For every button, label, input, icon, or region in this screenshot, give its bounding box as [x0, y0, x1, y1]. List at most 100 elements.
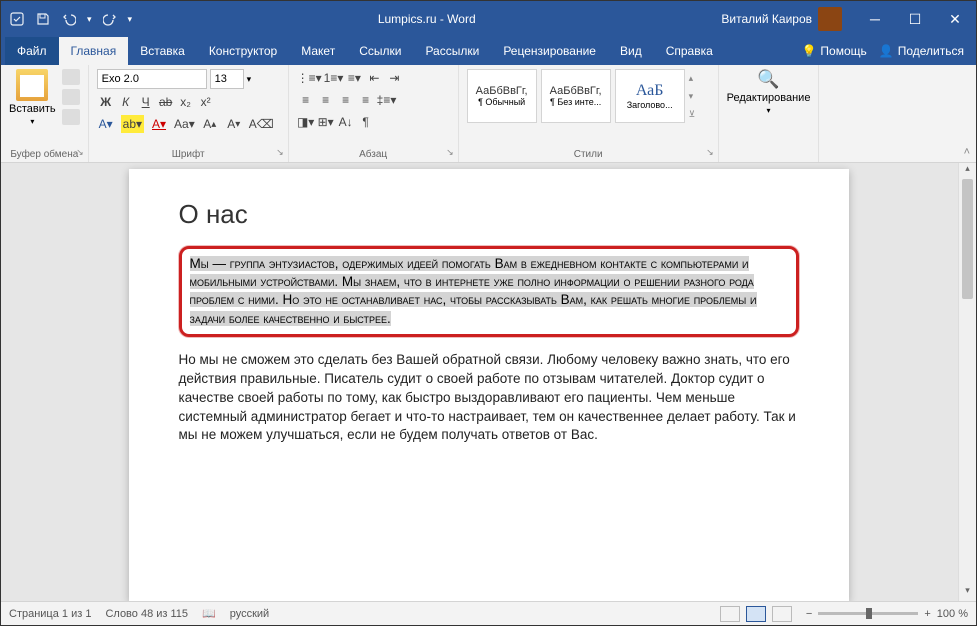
scrollbar-thumb[interactable]: [962, 179, 973, 299]
subscript-button[interactable]: x₂: [177, 93, 195, 111]
show-marks-button[interactable]: ¶: [357, 113, 375, 131]
editing-button[interactable]: 🔍 Редактирование ▾: [727, 69, 811, 115]
numbering-button[interactable]: 1≡▾: [324, 69, 344, 87]
user-account[interactable]: Виталий Каиров: [721, 7, 842, 31]
page-indicator[interactable]: Страница 1 из 1: [9, 608, 91, 620]
clear-formatting-button[interactable]: A⌫: [249, 115, 274, 133]
borders-button[interactable]: ⊞▾: [317, 113, 335, 131]
line-spacing-button[interactable]: ‡≡▾: [377, 91, 397, 109]
tab-insert[interactable]: Вставка: [128, 37, 197, 65]
dialog-launcher-icon[interactable]: ↘: [76, 147, 84, 158]
format-painter-button[interactable]: [62, 109, 80, 125]
tab-home[interactable]: Главная: [59, 37, 129, 65]
justify-button[interactable]: ≡: [357, 91, 375, 109]
text-effects-button[interactable]: A▾: [97, 115, 115, 133]
tab-mailings[interactable]: Рассылки: [413, 37, 491, 65]
bullets-button[interactable]: ⋮≡▾: [297, 69, 322, 87]
web-layout-button[interactable]: [772, 606, 792, 622]
autosave-icon[interactable]: [9, 11, 25, 27]
styles-up-icon[interactable]: ▴: [689, 73, 696, 84]
style-no-spacing[interactable]: АаБбВвГг, ¶ Без инте...: [541, 69, 611, 123]
document-page[interactable]: О нас Мы — группа энтузиастов, одержимых…: [129, 169, 849, 601]
styles-more-icon[interactable]: ⊻: [689, 109, 696, 120]
tab-file[interactable]: Файл: [5, 37, 59, 65]
scroll-up-icon[interactable]: ▴: [959, 163, 976, 179]
share-icon: 👤: [879, 44, 894, 58]
shading-button[interactable]: ◨▾: [297, 113, 315, 131]
zoom-in-button[interactable]: +: [924, 608, 930, 620]
body-paragraph[interactable]: Но мы не сможем это сделать без Вашей об…: [179, 351, 799, 445]
style-normal[interactable]: АаБбВвГг, ¶ Обычный: [467, 69, 537, 123]
change-case-button[interactable]: Aa▾: [174, 115, 195, 133]
multilevel-button[interactable]: ≡▾: [345, 69, 363, 87]
grow-font-button[interactable]: A▴: [201, 115, 219, 133]
group-label: Абзац: [297, 149, 450, 160]
paste-button[interactable]: Вставить ▾: [9, 69, 56, 126]
bold-button[interactable]: Ж: [97, 93, 115, 111]
chevron-down-icon: ▾: [30, 117, 34, 126]
highlight-button[interactable]: ab▾: [121, 115, 144, 133]
cut-button[interactable]: [62, 69, 80, 85]
avatar: [818, 7, 842, 31]
zoom-level[interactable]: 100 %: [937, 608, 968, 620]
copy-button[interactable]: [62, 89, 80, 105]
redo-icon[interactable]: [102, 11, 118, 27]
minimize-button[interactable]: ─: [862, 11, 888, 28]
align-right-button[interactable]: ≡: [337, 91, 355, 109]
shrink-font-button[interactable]: A▾: [225, 115, 243, 133]
help-button[interactable]: 💡Помощь: [801, 44, 866, 58]
align-left-button[interactable]: ≡: [297, 91, 315, 109]
styles-down-icon[interactable]: ▾: [689, 91, 696, 102]
selected-paragraph-highlight: Мы — группа энтузиастов, одержимых идеей…: [179, 246, 799, 337]
font-name-input[interactable]: [97, 69, 207, 89]
sort-button[interactable]: A↓: [337, 113, 355, 131]
group-clipboard: Вставить ▾ Буфер обмена ↘: [1, 65, 89, 162]
ribbon: Вставить ▾ Буфер обмена ↘ ▾ Ж К Ч ab: [1, 65, 976, 163]
italic-button[interactable]: К: [117, 93, 135, 111]
superscript-button[interactable]: x²: [197, 93, 215, 111]
search-icon: 🔍: [757, 69, 779, 90]
scroll-down-icon[interactable]: ▾: [959, 585, 976, 601]
status-bar: Страница 1 из 1 Слово 48 из 115 📖 русски…: [1, 601, 976, 625]
tab-design[interactable]: Конструктор: [197, 37, 289, 65]
group-font: ▾ Ж К Ч ab x₂ x² A▾ ab▾ A▾ Aa▾ A▴ A▾ A⌫ …: [89, 65, 289, 162]
dialog-launcher-icon[interactable]: ↘: [276, 147, 284, 158]
vertical-scrollbar[interactable]: ▴ ▾: [958, 163, 976, 601]
ribbon-tabs: Файл Главная Вставка Конструктор Макет С…: [1, 37, 976, 65]
tab-layout[interactable]: Макет: [289, 37, 347, 65]
collapse-ribbon-icon[interactable]: ˄: [964, 146, 970, 158]
share-button[interactable]: 👤Поделиться: [879, 44, 964, 58]
increase-indent-button[interactable]: ⇥: [385, 69, 403, 87]
zoom-out-button[interactable]: −: [806, 608, 812, 620]
align-center-button[interactable]: ≡: [317, 91, 335, 109]
clipboard-icon: [16, 69, 48, 101]
decrease-indent-button[interactable]: ⇤: [365, 69, 383, 87]
chevron-down-icon[interactable]: ▾: [247, 74, 252, 85]
print-layout-button[interactable]: [746, 606, 766, 622]
close-button[interactable]: ✕: [942, 11, 968, 28]
tab-help[interactable]: Справка: [654, 37, 725, 65]
spell-check-icon[interactable]: 📖: [202, 607, 216, 620]
group-styles: АаБбВвГг, ¶ Обычный АаБбВвГг, ¶ Без инте…: [459, 65, 719, 162]
style-heading[interactable]: АаБ Заголово...: [615, 69, 685, 123]
dialog-launcher-icon[interactable]: ↘: [706, 147, 714, 158]
font-size-input[interactable]: [210, 69, 244, 89]
undo-dropdown-icon[interactable]: ▾: [87, 14, 92, 25]
underline-button[interactable]: Ч: [137, 93, 155, 111]
save-icon[interactable]: [35, 11, 51, 27]
language-indicator[interactable]: русский: [230, 608, 269, 620]
font-color-button[interactable]: A▾: [150, 115, 168, 133]
undo-icon[interactable]: [61, 11, 77, 27]
strikethrough-button[interactable]: ab: [157, 93, 175, 111]
selected-text[interactable]: Мы — группа энтузиастов, одержимых идеей…: [190, 256, 757, 326]
tab-references[interactable]: Ссылки: [347, 37, 413, 65]
maximize-button[interactable]: ☐: [902, 11, 928, 28]
lightbulb-icon: 💡: [801, 44, 816, 58]
zoom-slider[interactable]: [818, 612, 918, 615]
tab-view[interactable]: Вид: [608, 37, 654, 65]
dialog-launcher-icon[interactable]: ↘: [446, 147, 454, 158]
read-mode-button[interactable]: [720, 606, 740, 622]
window-title: Lumpics.ru - Word: [132, 12, 721, 26]
word-count[interactable]: Слово 48 из 115: [105, 608, 188, 620]
tab-review[interactable]: Рецензирование: [491, 37, 608, 65]
